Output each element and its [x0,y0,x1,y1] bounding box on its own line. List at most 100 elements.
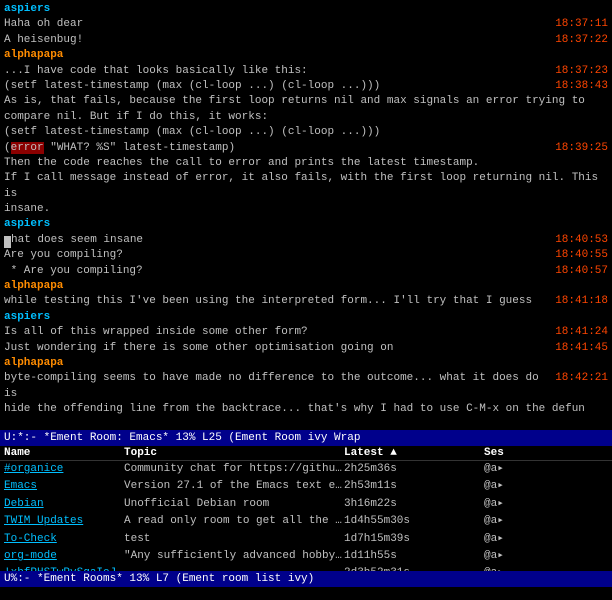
username-line-5: alphapapa [4,279,608,294]
timestamp-5-1: 18:41:18 [553,294,608,309]
message-line-7-1: byte-compiling seems to have made no dif… [4,371,608,402]
table-row[interactable]: !xbfPHSTwPySgaIeJnz:ma... 2d3h52m31s @a▸ [0,565,612,571]
message-text-1-1: Haha oh dear [4,17,545,32]
col-header-latest: Latest [344,447,484,459]
message-group-3: As is, that fails, because the first loo… [4,94,608,217]
room-latest-4: 1d7h15m39s [344,532,484,547]
col-header-topic: Topic [124,447,344,459]
room-session-6: @a▸ [484,566,539,571]
message-line-4-1: hat does seem insane 18:40:53 [4,233,608,248]
timestamp-1-2: 18:37:22 [553,33,608,48]
message-line-1-2: A heisenbug! 18:37:22 [4,33,608,48]
message-text-5-1: while testing this I've been using the i… [4,294,545,309]
table-row[interactable]: Emacs Version 27.1 of the Emacs text e..… [0,478,612,495]
timestamp-4-1: 18:40:53 [553,233,608,248]
username-aspiers-3: aspiers [4,310,50,325]
username-alphapapa-3: alphapapa [4,356,63,371]
room-latest-1: 2h53m11s [344,479,484,494]
table-row[interactable]: #organice Community chat for https://git… [0,461,612,478]
username-line-1: aspiers [4,2,608,17]
col-header-ses: Ses [484,447,539,459]
table-row[interactable]: org-mode "Any sufficiently advanced hobb… [0,548,612,565]
room-latest-3: 1d4h55m30s [344,514,484,529]
message-line-5-1: while testing this I've been using the i… [4,294,608,309]
message-text-7-2: hide the offending line from the backtra… [4,402,608,417]
room-session-0: @a▸ [484,462,539,477]
message-line-4-2: Are you compiling? 18:40:55 [4,248,608,263]
message-text-3-2: As is, that fails, because the first loo… [4,94,608,125]
timestamp-2-2: 18:38:43 [553,79,608,94]
message-group-7: alphapapa byte-compiling seems to have m… [4,356,608,418]
room-latest-2: 3h16m22s [344,497,484,512]
message-line-3-4: (setf latest-timestamp (max (cl-loop ...… [4,125,608,140]
timestamp-6-2: 18:41:45 [553,341,608,356]
message-line-3-2: As is, that fails, because the first loo… [4,94,608,125]
username-line-2: alphapapa [4,48,608,63]
timestamp-2-1: 18:37:23 [553,64,608,79]
timestamp-6-1: 18:41:24 [553,325,608,340]
table-row[interactable]: Debian Unofficial Debian room 3h16m22s @… [0,496,612,513]
username-line-4: aspiers [4,217,608,232]
message-group-6: aspiers Is all of this wrapped inside so… [4,310,608,356]
room-latest-0: 2h25m36s [344,462,484,477]
room-session-4: @a▸ [484,532,539,547]
room-name-6[interactable]: !xbfPHSTwPySgaIeJnz:ma... [4,566,124,571]
message-text-4-2: Are you compiling? [4,248,545,263]
message-line-3-7: Then the code reaches the call to error … [4,156,608,171]
username-line-6: aspiers [4,310,608,325]
message-text-3-8: If I call message instead of error, it a… [4,171,608,202]
room-name-2[interactable]: Debian [4,497,124,512]
table-header: Name Topic Latest Ses [0,446,612,461]
chat-area: aspiers Haha oh dear 18:37:11 A heisenbu… [0,0,612,430]
room-name-3[interactable]: TWIM Updates [4,514,124,529]
message-group-2: alphapapa ...I have code that looks basi… [4,48,608,94]
room-topic-6 [124,566,344,571]
message-line-3-5: (error "WHAT? %S" latest-timestamp) 18:3… [4,141,608,156]
room-topic-0: Community chat for https://githu... [124,462,344,477]
message-line-1-1: Haha oh dear 18:37:11 [4,17,608,32]
room-topic-1: Version 27.1 of the Emacs text e... [124,479,344,494]
message-group-1: aspiers Haha oh dear 18:37:11 A heisenbu… [4,2,608,48]
status-bar-bottom-text: U%:- *Ement Rooms* 13% L7 (Ement room li… [4,573,314,585]
room-name-5[interactable]: org-mode [4,549,124,564]
timestamp-4-2: 18:40:55 [553,248,608,263]
message-group-5: alphapapa while testing this I've been u… [4,279,608,310]
message-group-4: aspiers hat does seem insane 18:40:53 Ar… [4,217,608,279]
message-text-6-1: Is all of this wrapped inside some other… [4,325,545,340]
username-aspiers-1: aspiers [4,2,50,17]
room-name-4[interactable]: To-Check [4,532,124,547]
message-text-2-2: (setf latest-timestamp (max (cl-loop ...… [4,79,545,94]
username-alphapapa-2: alphapapa [4,279,63,294]
message-line-2-2: (setf latest-timestamp (max (cl-loop ...… [4,79,608,94]
table-row[interactable]: TWIM Updates A read only room to get all… [0,513,612,530]
timestamp-7-1: 18:42:21 [553,371,608,386]
message-line-6-1: Is all of this wrapped inside some other… [4,325,608,340]
col-header-name: Name [4,447,124,459]
message-text-3-4: (setf latest-timestamp (max (cl-loop ...… [4,125,608,140]
username-aspiers-2: aspiers [4,217,50,232]
timestamp-1-1: 18:37:11 [553,17,608,32]
room-topic-2: Unofficial Debian room [124,497,344,512]
room-session-3: @a▸ [484,514,539,529]
timestamp-3-5: 18:39:25 [553,141,608,156]
message-text-4-1: hat does seem insane [4,233,545,248]
table-row[interactable]: To-Check test 1d7h15m39s @a▸ [0,531,612,548]
message-text-6-2: Just wondering if there is some other op… [4,341,545,356]
message-text-3-7: Then the code reaches the call to error … [4,156,608,171]
message-line-2-1: ...I have code that looks basically like… [4,64,608,79]
room-topic-5: "Any sufficiently advanced hobby... [124,549,344,564]
status-bar-top: U:*:- *Ement Room: Emacs* 13% L25 (Ement… [0,430,612,446]
message-line-3-8: If I call message instead of error, it a… [4,171,608,202]
room-latest-5: 1d11h55s [344,549,484,564]
room-session-1: @a▸ [484,479,539,494]
status-bar-bottom: U%:- *Ement Rooms* 13% L7 (Ement room li… [0,571,612,587]
message-text-3-5: (error "WHAT? %S" latest-timestamp) [4,141,545,156]
message-line-7-2: hide the offending line from the backtra… [4,402,608,417]
message-line-4-3: * Are you compiling? 18:40:57 [4,264,608,279]
room-session-2: @a▸ [484,497,539,512]
username-alphapapa-1: alphapapa [4,48,63,63]
room-session-5: @a▸ [484,549,539,564]
room-name-1[interactable]: Emacs [4,479,124,494]
room-name-0[interactable]: #organice [4,462,124,477]
message-text-2-1: ...I have code that looks basically like… [4,64,545,79]
